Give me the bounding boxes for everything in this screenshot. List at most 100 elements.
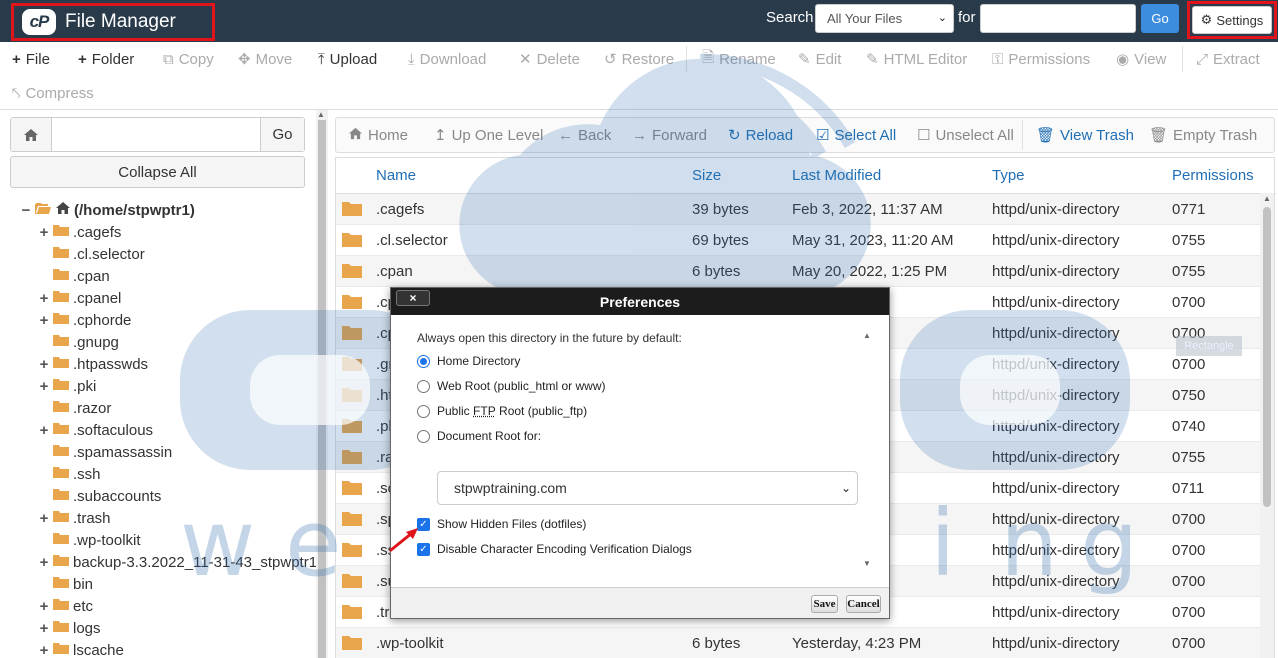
close-button[interactable]: × <box>396 290 430 306</box>
expand-icon[interactable]: + <box>38 378 50 395</box>
rename-button[interactable]: 🗎 Rename <box>702 42 776 76</box>
tree-item[interactable]: + backup-3.3.2022_11-31-43_stpwptr1 <box>38 551 317 573</box>
reload-button[interactable]: ↻ Reload <box>728 118 793 152</box>
compress-button[interactable]: ⤣ Compress <box>12 76 94 110</box>
expand-icon[interactable]: + <box>38 422 50 439</box>
path-input[interactable] <box>52 118 260 151</box>
tree-item[interactable]: .ssh <box>38 463 101 485</box>
tree-item[interactable]: .spamassassin <box>38 441 172 463</box>
restore-button[interactable]: ↺ Restore <box>604 42 674 76</box>
unselect-all-button[interactable]: ☐ Unselect All <box>917 118 1014 152</box>
web-root-label: Web Root (public_html or www) <box>437 379 606 393</box>
save-button[interactable]: Save <box>811 595 838 613</box>
ftp-root-radio[interactable] <box>417 405 430 418</box>
view-button[interactable]: ◉ View <box>1116 42 1166 76</box>
column-header-last-modified[interactable]: Last Modified <box>792 158 881 193</box>
back-button[interactable]: ← Back <box>558 118 611 152</box>
home-directory-option[interactable]: Home Directory <box>417 352 520 370</box>
up-one-level-button[interactable]: ↥ Up One Level <box>434 118 543 152</box>
edit-button[interactable]: ✎ Edit <box>798 42 841 76</box>
move-button[interactable]: ✥ Move <box>238 42 292 76</box>
expand-icon[interactable]: + <box>38 510 50 527</box>
expand-icon[interactable]: + <box>38 554 50 571</box>
tree-item[interactable]: .wp-toolkit <box>38 529 141 551</box>
tree-item[interactable]: + .softaculous <box>38 419 153 441</box>
show-hidden-files-option[interactable]: ✓ Show Hidden Files (dotfiles) <box>417 515 586 533</box>
disable-encoding-dialogs-option[interactable]: ✓ Disable Character Encoding Verificatio… <box>417 540 692 558</box>
domain-select[interactable]: stpwptraining.com ⌄ <box>437 471 858 505</box>
home-icon[interactable] <box>11 118 52 151</box>
path-go-button[interactable]: Go <box>260 118 304 151</box>
table-row[interactable]: .cl.selector 69 bytes May 31, 2023, 11:20 … <box>336 225 1260 256</box>
home-button[interactable]: Home <box>348 118 408 152</box>
left-scrollbar[interactable]: ▲ <box>316 110 328 658</box>
home-directory-radio[interactable] <box>417 355 430 368</box>
search-go-button[interactable]: Go <box>1141 4 1179 33</box>
tree-item[interactable]: + .cagefs <box>38 221 121 243</box>
cancel-button[interactable]: Cancel <box>846 595 881 613</box>
search-scope-select[interactable]: All Your Files ⌄ <box>815 4 954 33</box>
delete-button[interactable]: ✕ Delete <box>519 42 580 76</box>
expand-icon[interactable]: + <box>38 598 50 615</box>
search-input[interactable] <box>980 4 1136 33</box>
dialog-scrollbar[interactable]: ▲ ▼ <box>861 331 873 571</box>
column-header-type[interactable]: Type <box>992 158 1025 193</box>
upload-button[interactable]: ⤒ Upload <box>318 42 377 76</box>
web-root-option[interactable]: Web Root (public_html or www) <box>417 377 606 395</box>
settings-button[interactable]: ⚙ Settings <box>1192 6 1272 34</box>
table-row[interactable]: .cagefs 39 bytes Feb 3, 2022, 11:37 AM http… <box>336 194 1260 225</box>
ftp-root-option[interactable]: Public FTP Root (public_ftp) <box>417 402 587 420</box>
permissions-button[interactable]: ⚿ Permissions <box>992 42 1090 76</box>
expand-icon[interactable]: + <box>38 620 50 637</box>
tree-item[interactable]: .razor <box>38 397 111 419</box>
tree-item[interactable]: bin <box>38 573 93 595</box>
web-root-radio[interactable] <box>417 380 430 393</box>
forward-button[interactable]: → Forward <box>632 118 707 152</box>
scroll-up-icon[interactable]: ▲ <box>317 110 325 119</box>
download-button[interactable]: ⤓ Download <box>408 42 486 76</box>
tree-item[interactable]: + .htpasswds <box>38 353 148 375</box>
expand-icon[interactable]: + <box>38 312 50 329</box>
empty-trash-button[interactable]: 🗑 Empty Trash <box>1149 118 1257 152</box>
tree-item[interactable]: + etc <box>38 595 93 617</box>
select-all-button[interactable]: ☑ Select All <box>816 118 896 152</box>
collapse-icon[interactable]: − <box>20 202 32 219</box>
tree-item[interactable]: + logs <box>38 617 101 639</box>
view-trash-button[interactable]: 🗑 View Trash <box>1036 118 1134 152</box>
tree-item[interactable]: .cl.selector <box>38 243 145 265</box>
tree-item[interactable]: + .pki <box>38 375 96 397</box>
app-brand[interactable]: cP File Manager <box>11 3 215 41</box>
tree-item[interactable]: .gnupg <box>38 331 119 353</box>
collapse-all-button[interactable]: Collapse All <box>10 156 305 188</box>
scroll-thumb[interactable] <box>1263 207 1271 507</box>
tree-item[interactable]: + .cpanel <box>38 287 121 309</box>
download-icon: ⤓ <box>408 51 415 68</box>
copy-button[interactable]: ⧉ Copy <box>163 42 214 76</box>
tree-item[interactable]: + lscache <box>38 639 124 658</box>
scroll-up-icon[interactable]: ▲ <box>863 331 871 340</box>
tree-item[interactable]: + .cphorde <box>38 309 131 331</box>
extract-button[interactable]: ⤢ Extract <box>1196 42 1260 76</box>
scroll-thumb[interactable] <box>318 120 326 658</box>
table-row[interactable]: .cpan 6 bytes May 20, 2022, 1:25 PM httpd/u… <box>336 256 1260 287</box>
document-root-radio[interactable] <box>417 430 430 443</box>
column-header-size[interactable]: Size <box>692 158 721 193</box>
expand-icon[interactable]: + <box>38 642 50 658</box>
scroll-up-icon[interactable]: ▲ <box>1263 194 1271 203</box>
expand-icon[interactable]: + <box>38 224 50 241</box>
tree-item[interactable]: .cpan <box>38 265 110 287</box>
column-header-name[interactable]: Name <box>376 158 416 193</box>
tree-item[interactable]: + .trash <box>38 507 111 529</box>
html-editor-button[interactable]: ✎ HTML Editor <box>866 42 967 76</box>
expand-icon[interactable]: + <box>38 356 50 373</box>
tree-root[interactable]: − (/home/stpwptr1) <box>20 199 195 221</box>
scroll-down-icon[interactable]: ▼ <box>863 559 871 568</box>
column-header-permissions[interactable]: Permissions <box>1172 158 1254 193</box>
expand-icon[interactable]: + <box>38 290 50 307</box>
tree-item[interactable]: .subaccounts <box>38 485 161 507</box>
new-folder-button[interactable]: + Folder <box>78 42 134 76</box>
file-list-scrollbar[interactable]: ▲ <box>1260 193 1274 658</box>
new-file-button[interactable]: + File <box>12 42 50 76</box>
table-row[interactable]: .wp-toolkit 6 bytes Yesterday, 4:23 PM http… <box>336 628 1260 658</box>
document-root-option[interactable]: Document Root for: <box>417 427 541 445</box>
